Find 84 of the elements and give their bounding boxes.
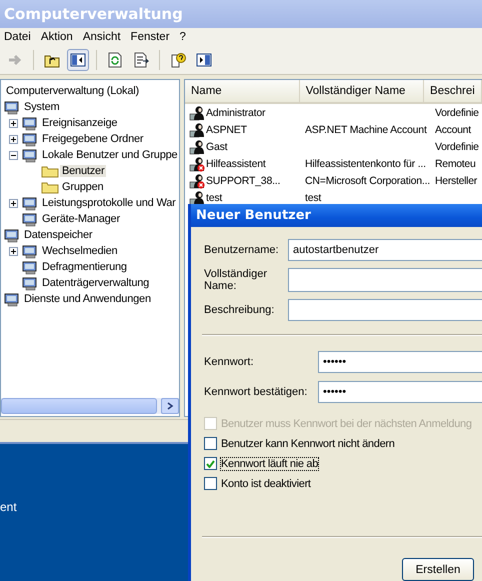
console-icon (3, 292, 21, 306)
console-icon (21, 148, 39, 162)
desktop-text: ent (0, 500, 17, 514)
menu-item[interactable]: Ansicht (80, 31, 129, 43)
menu-item[interactable]: Fenster (128, 31, 178, 43)
check-icon (206, 460, 215, 468)
checkbox-label[interactable]: Kennwort läuft nie ab (221, 458, 318, 470)
field-label: Benutzername: (204, 244, 280, 256)
chevron-right-icon (166, 402, 174, 410)
menu-item[interactable]: Datei (2, 31, 39, 43)
tree-item[interactable]: Lokale Benutzer und Gruppe (40, 149, 179, 161)
arrow-icon (7, 52, 23, 68)
table-cell: Vordefinie (435, 106, 479, 118)
menu-item[interactable]: ? (178, 31, 194, 43)
expand-toggle[interactable] (8, 150, 18, 160)
dialog-title: Neuer Benutzer (196, 208, 311, 223)
tree-item[interactable]: Dienste und Anwendungen (22, 293, 153, 305)
window-title: Computerverwaltung (4, 5, 183, 23)
console-icon (3, 228, 21, 242)
help-icon (170, 52, 186, 68)
checkbox[interactable] (204, 437, 217, 450)
panel-icon (196, 52, 212, 68)
tree-item[interactable]: Geräte-Manager (40, 213, 122, 225)
column-header[interactable]: Beschrei (424, 80, 482, 102)
field-label: Beschreibung: (204, 304, 276, 316)
console-icon (21, 260, 39, 274)
menu-item[interactable]: Aktion (38, 31, 81, 43)
expand-toggle[interactable] (8, 118, 18, 128)
field-label: Vollständiger Name: (204, 268, 268, 292)
console-icon (21, 244, 39, 258)
console-icon (21, 196, 39, 210)
user-name[interactable]: Administrator (206, 106, 266, 118)
column-header[interactable]: Vollständiger Name (300, 80, 424, 102)
field-label: Kennwort bestätigen: (204, 386, 308, 398)
input-field[interactable]: autostartbenutzer (288, 239, 482, 261)
console-icon (21, 276, 39, 290)
tree-item[interactable]: Defragmentierung (40, 261, 129, 273)
table-cell: test (305, 192, 322, 204)
export-icon (133, 52, 149, 68)
table-cell: Hilfeassistentenkonto für ... (305, 158, 426, 170)
table-cell: Remoteu (435, 158, 476, 170)
tree-item[interactable]: Computerverwaltung (Lokal) (4, 85, 141, 97)
console-icon (3, 100, 21, 114)
table-cell: Hersteller (435, 174, 477, 186)
user-name[interactable]: test (206, 192, 222, 204)
input-field[interactable]: •••••• (318, 381, 482, 403)
toolbar-button[interactable] (67, 49, 89, 71)
panel-icon (70, 52, 86, 68)
expand-toggle[interactable] (8, 134, 18, 144)
tree-item[interactable]: System (22, 101, 62, 113)
tree-item[interactable]: Benutzer (60, 165, 106, 177)
table-cell: Account (435, 124, 471, 136)
table-cell: CN=Microsoft Corporation... (305, 174, 430, 186)
tree-item[interactable]: Ereignisanzeige (40, 117, 120, 129)
tree-item[interactable]: Gruppen (60, 181, 106, 193)
tree-item[interactable]: Freigegebene Ordner (40, 133, 146, 145)
checkbox-label[interactable]: Benutzer kann Kennwort nicht ändern (221, 438, 395, 450)
table-cell: Vordefinie (435, 140, 479, 152)
tree-item[interactable]: Wechselmedien (40, 245, 120, 257)
user-name[interactable]: Gast (206, 140, 228, 152)
table-cell: ASP.NET Machine Account (305, 124, 427, 136)
folder-icon (41, 164, 59, 178)
folder-icon (41, 180, 59, 194)
checkbox[interactable] (204, 477, 217, 490)
input-field[interactable] (288, 299, 482, 321)
input-field[interactable]: •••••• (318, 351, 482, 373)
user-name[interactable]: ASPNET (206, 124, 247, 136)
checkbox[interactable] (204, 457, 217, 470)
console-icon (21, 212, 39, 226)
console-icon (21, 116, 39, 130)
create-button[interactable]: Erstellen (402, 558, 474, 581)
tree-item[interactable]: Datenspeicher (22, 229, 94, 241)
column-header[interactable]: Name (185, 80, 300, 102)
expand-toggle[interactable] (8, 246, 18, 256)
scroll-right-button[interactable] (161, 398, 179, 414)
console-icon (21, 132, 39, 146)
checkbox-label[interactable]: Konto ist deaktiviert (221, 478, 311, 490)
field-label: Kennwort: (204, 356, 255, 368)
refresh-icon (107, 52, 123, 68)
tree-item[interactable]: Leistungsprotokolle und War (40, 197, 178, 209)
scrollbar-thumb[interactable] (1, 398, 157, 414)
input-field[interactable] (288, 268, 482, 292)
tree-item[interactable]: Datenträgerverwaltung (40, 277, 152, 289)
expand-toggle[interactable] (8, 198, 18, 208)
